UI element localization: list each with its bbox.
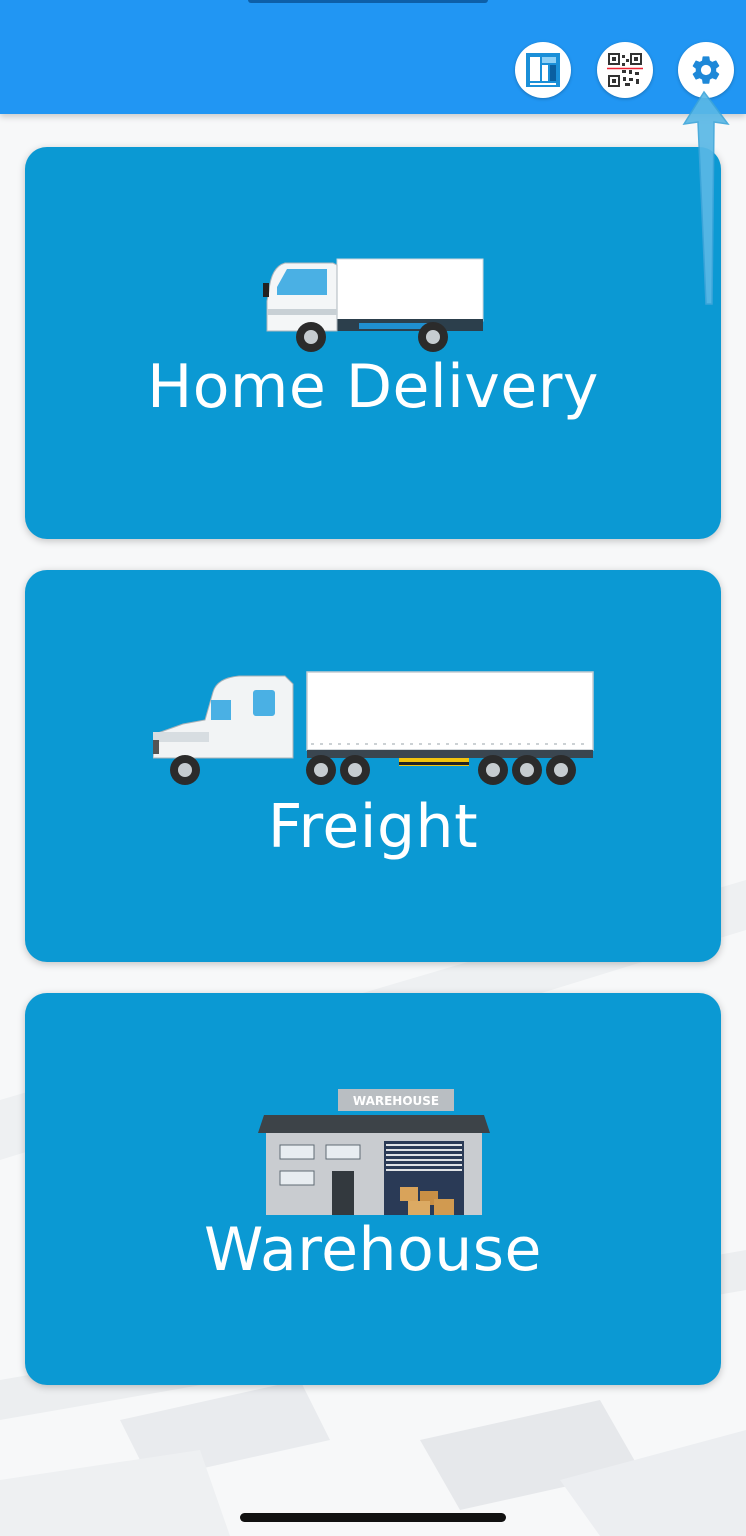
warehouse-sign-text: WAREHOUSE [353, 1094, 439, 1108]
home-delivery-label: Home Delivery [147, 352, 599, 422]
qr-code-icon[interactable] [597, 42, 653, 98]
semi-truck-icon [153, 671, 594, 785]
warehouse-building-icon: WAREHOUSE [258, 1089, 490, 1215]
top-app-bar [0, 0, 746, 114]
home-delivery-card[interactable]: Home Delivery [25, 147, 721, 539]
pointer-arrow-icon [682, 90, 730, 305]
layout-icon[interactable] [515, 42, 571, 98]
status-notch [248, 0, 488, 3]
warehouse-card[interactable]: WAREHOUSE Warehouse [25, 993, 721, 1385]
home-indicator[interactable] [240, 1513, 506, 1522]
freight-label: Freight [267, 792, 479, 862]
delivery-truck-icon [263, 258, 484, 352]
warehouse-label: Warehouse [204, 1215, 542, 1285]
freight-card[interactable]: Freight [25, 570, 721, 962]
